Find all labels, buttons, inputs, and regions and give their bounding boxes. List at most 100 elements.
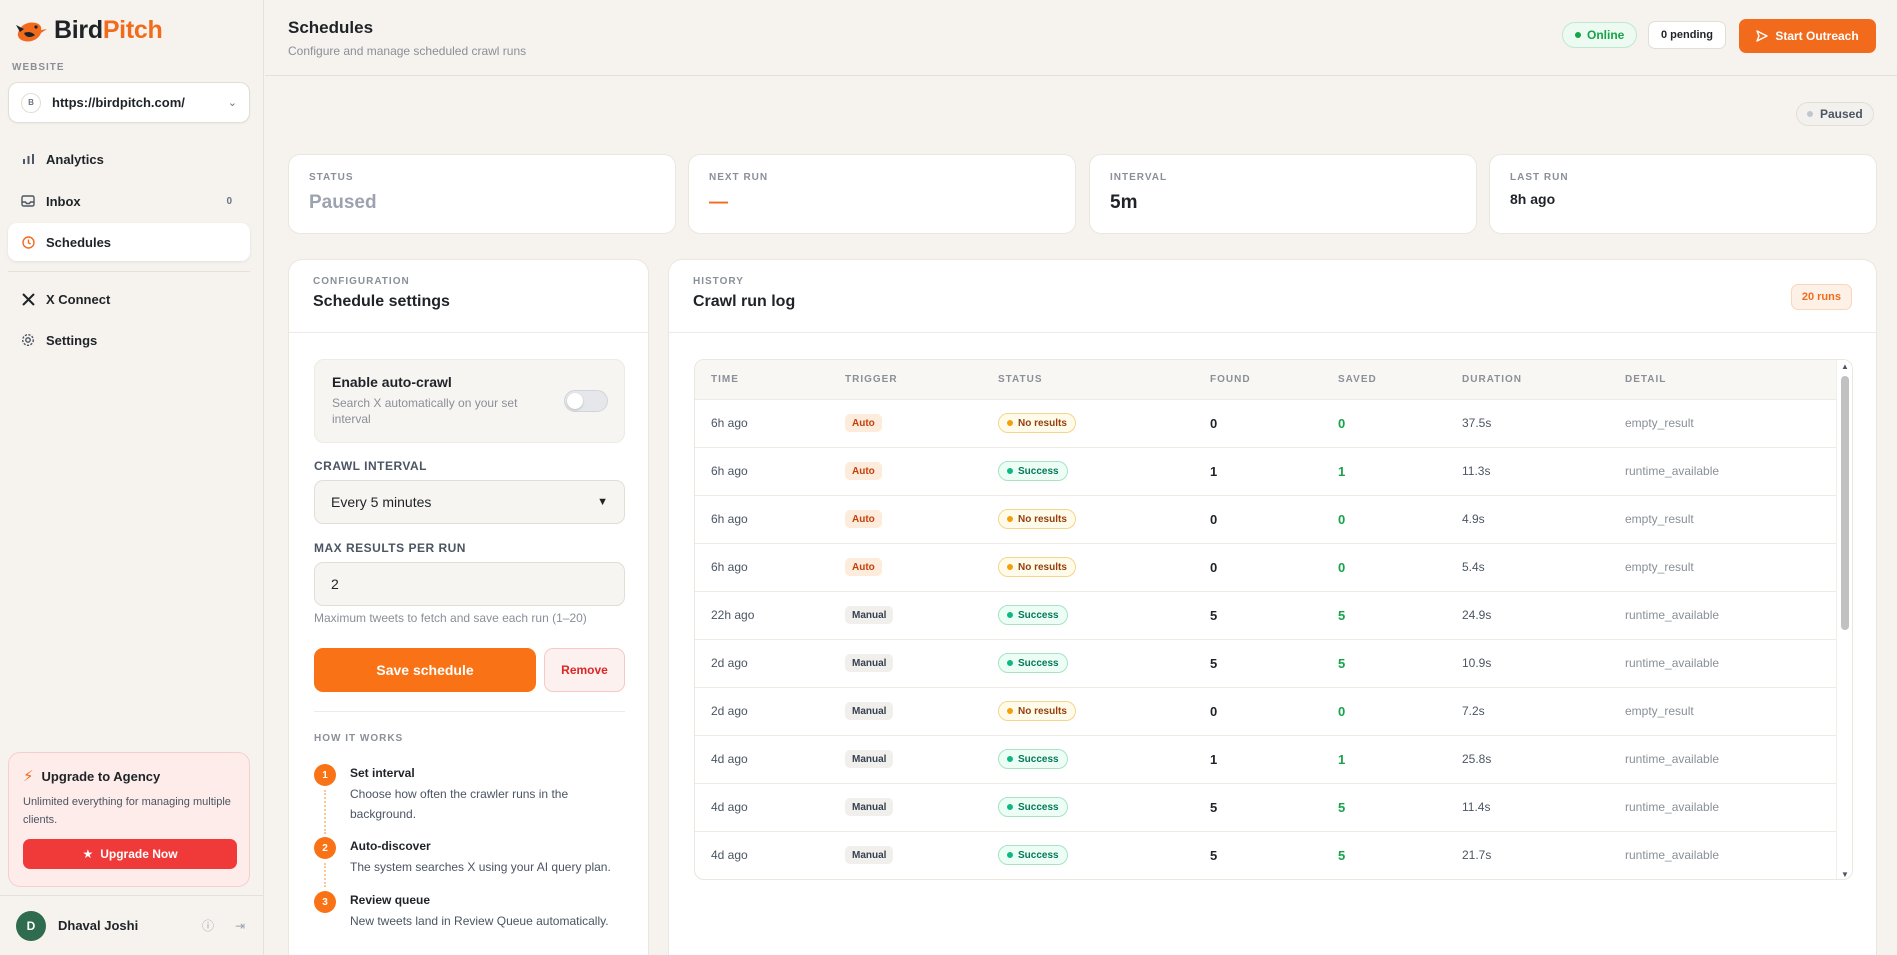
- status-label: Success: [1018, 849, 1059, 861]
- sidebar-item-schedules[interactable]: Schedules: [8, 223, 250, 261]
- sidebar-item-label: Settings: [46, 332, 98, 348]
- table-row[interactable]: 22h ago Manual Success 5 5 24.9s runtime_avail…: [695, 590, 1838, 639]
- section-divider: [314, 711, 625, 712]
- chevron-down-icon: ⌄: [227, 97, 237, 109]
- cell-saved: 5: [1322, 782, 1446, 831]
- scroll-up-icon[interactable]: ▲: [1841, 362, 1849, 371]
- step-connector: [324, 790, 326, 834]
- remove-schedule-button[interactable]: Remove: [544, 648, 625, 692]
- avatar[interactable]: D: [16, 910, 46, 941]
- status-label: Success: [1018, 609, 1059, 621]
- table-row[interactable]: 2d ago Manual Success 5 5 10.9s runtime_availa…: [695, 638, 1838, 687]
- upgrade-now-button[interactable]: ★ Upgrade Now: [23, 839, 237, 869]
- table-row[interactable]: 4d ago Manual Success 5 5 21.7s runtime_availa…: [695, 830, 1838, 879]
- run-log-table-container[interactable]: TIME TRIGGER STATUS FOUND SAVED DURATION…: [694, 359, 1853, 880]
- sidebar: BirdPitch WEBSITE B https://birdpitch.co…: [0, 0, 264, 955]
- status-label: No results: [1018, 417, 1067, 429]
- pending-count-button[interactable]: 0 pending: [1648, 21, 1726, 49]
- brand-logo[interactable]: BirdPitch: [14, 16, 163, 45]
- cell-found: 1: [1194, 734, 1322, 783]
- cell-found: 5: [1194, 830, 1322, 879]
- star-icon: ★: [82, 847, 94, 861]
- table-row[interactable]: 6h ago Auto No results 0 0 4.9s empty_result: [695, 494, 1838, 543]
- cell-time: 4d ago: [695, 830, 829, 879]
- cell-duration: 11.3s: [1446, 446, 1609, 495]
- start-outreach-button[interactable]: Start Outreach: [1739, 19, 1876, 53]
- status-badge: Success: [998, 605, 1068, 625]
- sidebar-item-analytics[interactable]: Analytics: [8, 140, 250, 178]
- page-subtitle: Configure and manage scheduled crawl run…: [288, 44, 527, 58]
- how-it-works-label: HOW IT WORKS: [314, 733, 404, 744]
- inbox-count-badge: 0: [226, 195, 232, 207]
- stat-value: 8h ago: [1510, 191, 1556, 207]
- bird-logo-icon: [16, 21, 47, 42]
- run-log-body: 6h ago Auto No results 0 0 37.5s empty_result 6…: [695, 398, 1838, 879]
- cell-time: 6h ago: [695, 398, 829, 447]
- step-description: The system searches X using your AI quer…: [350, 860, 611, 874]
- stat-label: LAST RUN: [1510, 172, 1569, 183]
- step-number: 3: [314, 891, 336, 913]
- table-scrollbar[interactable]: ▲ ▼: [1836, 360, 1852, 879]
- scroll-down-icon[interactable]: ▼: [1841, 870, 1849, 879]
- cell-found: 0: [1194, 398, 1322, 447]
- table-row[interactable]: 4d ago Manual Success 1 1 25.8s runtime_availa…: [695, 734, 1838, 783]
- column-header[interactable]: STATUS: [982, 360, 1194, 399]
- sidebar-item-settings[interactable]: Settings: [8, 321, 250, 359]
- help-icon[interactable]: ⓘ: [200, 917, 216, 934]
- website-section-label: WEBSITE: [12, 62, 65, 73]
- cell-duration: 11.4s: [1446, 782, 1609, 831]
- cell-found: 0: [1194, 542, 1322, 591]
- cell-duration: 21.7s: [1446, 830, 1609, 879]
- status-badge: Success: [998, 461, 1068, 481]
- max-results-input[interactable]: 2: [314, 562, 625, 606]
- stat-label: STATUS: [309, 172, 354, 183]
- column-header[interactable]: TIME: [695, 360, 829, 399]
- column-header[interactable]: FOUND: [1194, 360, 1322, 399]
- table-row[interactable]: 6h ago Auto No results 0 0 37.5s empty_result: [695, 398, 1838, 447]
- cell-status: Success: [982, 734, 1194, 783]
- website-selector[interactable]: B https://birdpitch.com/ ⌄: [8, 82, 250, 123]
- column-header[interactable]: DETAIL: [1609, 360, 1838, 399]
- stat-label: INTERVAL: [1110, 172, 1168, 183]
- save-schedule-button[interactable]: Save schedule: [314, 648, 536, 692]
- scrollbar-thumb[interactable]: [1841, 376, 1849, 630]
- cell-trigger: Auto: [829, 398, 982, 447]
- step-title: Auto-discover: [350, 839, 431, 853]
- run-log-table: TIME TRIGGER STATUS FOUND SAVED DURATION…: [695, 360, 1838, 879]
- sidebar-item-x-connect[interactable]: X Connect: [8, 280, 250, 318]
- crawl-run-log-card: HISTORY Crawl run log 20 runs TIME TRIGG…: [668, 259, 1877, 955]
- cell-found: 5: [1194, 638, 1322, 687]
- status-label: Success: [1018, 465, 1059, 477]
- column-header[interactable]: SAVED: [1322, 360, 1446, 399]
- stat-card-next-run: NEXT RUN —: [688, 154, 1076, 234]
- cell-found: 1: [1194, 446, 1322, 495]
- cell-status: Success: [982, 638, 1194, 687]
- auto-crawl-toggle[interactable]: [564, 390, 608, 412]
- column-header[interactable]: DURATION: [1446, 360, 1609, 399]
- cell-detail: runtime_available: [1609, 734, 1838, 783]
- status-dot-icon: [1007, 612, 1013, 618]
- cell-status: No results: [982, 542, 1194, 591]
- sidebar-item-inbox[interactable]: Inbox 0: [8, 182, 250, 220]
- table-row[interactable]: 2d ago Manual No results 0 0 7.2s empty_result: [695, 686, 1838, 735]
- cell-time: 6h ago: [695, 494, 829, 543]
- crawl-interval-select[interactable]: Every 5 minutes ▼: [314, 480, 625, 524]
- runs-count-badge: 20 runs: [1790, 284, 1852, 310]
- table-row[interactable]: 6h ago Auto No results 0 0 5.4s empty_result: [695, 542, 1838, 591]
- trigger-badge: Auto: [845, 510, 882, 528]
- cell-detail: runtime_available: [1609, 782, 1838, 831]
- table-row[interactable]: 6h ago Auto Success 1 1 11.3s runtime_availabl…: [695, 446, 1838, 495]
- table-row[interactable]: 4d ago Manual Success 5 5 11.4s runtime_availa…: [695, 782, 1838, 831]
- status-dot-icon: [1807, 111, 1813, 117]
- send-icon: [1756, 30, 1769, 42]
- status-badge: No results: [998, 557, 1076, 577]
- column-header[interactable]: TRIGGER: [829, 360, 982, 399]
- logout-icon[interactable]: ⇥: [232, 919, 248, 933]
- cell-duration: 5.4s: [1446, 542, 1609, 591]
- trigger-badge: Manual: [845, 702, 894, 720]
- cell-trigger: Manual: [829, 638, 982, 687]
- pending-label: 0 pending: [1661, 29, 1713, 41]
- cell-status: Success: [982, 446, 1194, 495]
- cell-status: No results: [982, 398, 1194, 447]
- cell-saved: 5: [1322, 638, 1446, 687]
